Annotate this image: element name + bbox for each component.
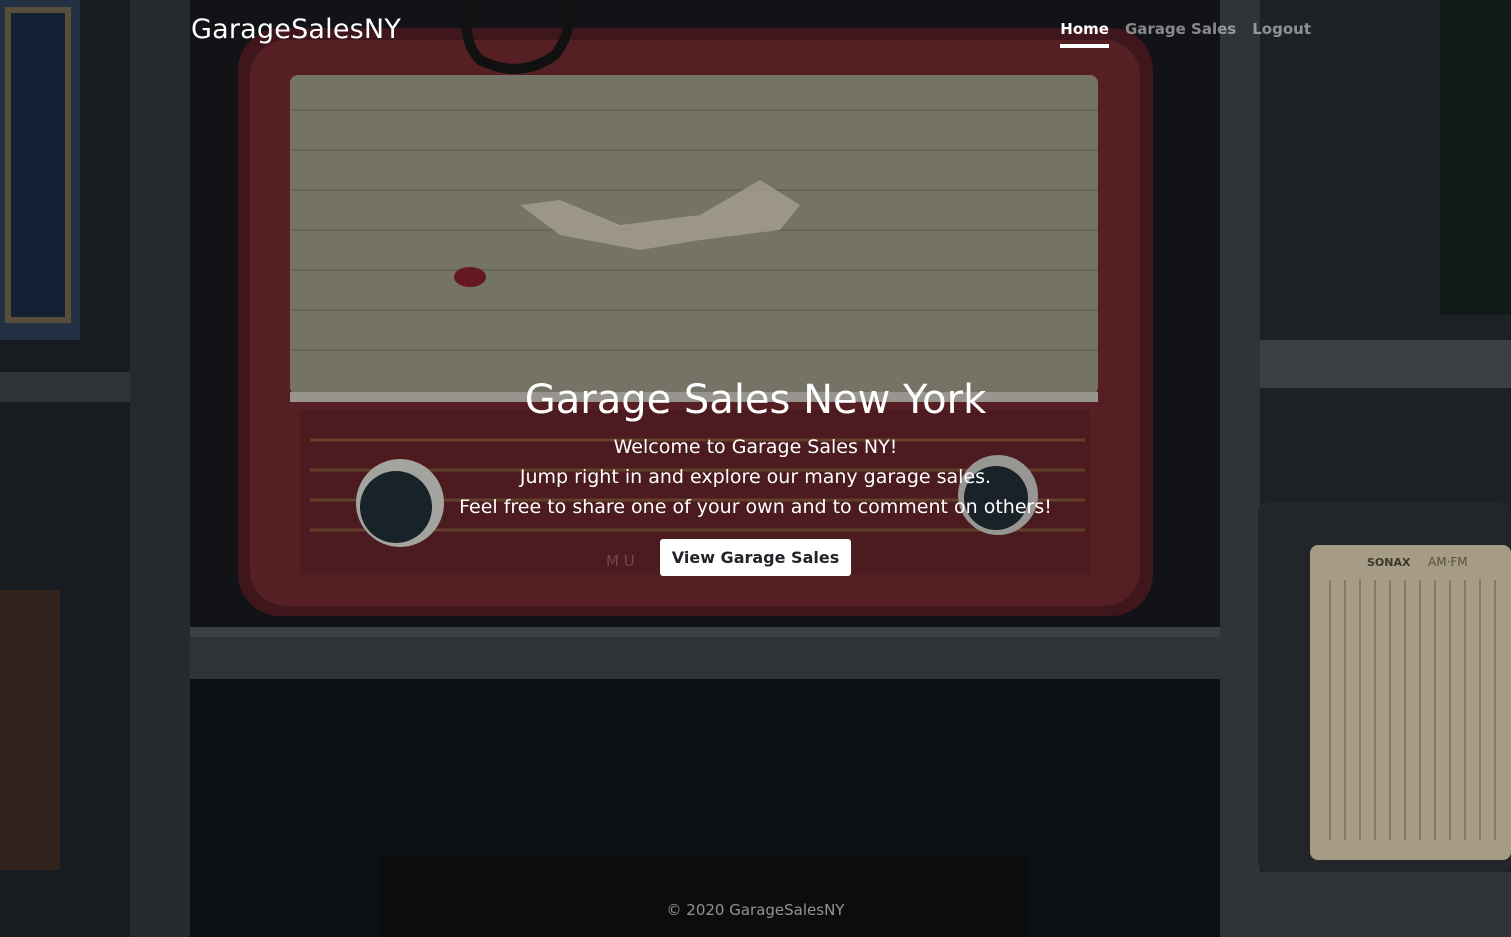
hero-section: Garage Sales New York Welcome to Garage … — [0, 376, 1511, 576]
hero-line-welcome: Welcome to Garage Sales NY! — [613, 436, 898, 458]
nav-garage-sales-link[interactable]: Garage Sales — [1125, 20, 1236, 48]
main-nav: Home Garage Sales Logout — [1060, 20, 1311, 48]
view-garage-sales-button[interactable]: View Garage Sales — [659, 539, 852, 576]
footer-copyright: © 2020 GarageSalesNY — [666, 901, 845, 919]
right-book — [1440, 0, 1511, 315]
nav-logout-link[interactable]: Logout — [1252, 20, 1311, 48]
hero-lead: Welcome to Garage Sales NY! Jump right i… — [0, 432, 1511, 522]
hero-line-share: Feel free to share one of your own and t… — [459, 496, 1052, 518]
hero-title: Garage Sales New York — [524, 377, 987, 423]
nav-home-link[interactable]: Home — [1060, 20, 1109, 48]
left-radio — [0, 590, 60, 870]
hero-line-explore: Jump right in and explore our many garag… — [519, 466, 992, 488]
brand-logo-link[interactable]: GarageSalesNY — [191, 14, 401, 45]
